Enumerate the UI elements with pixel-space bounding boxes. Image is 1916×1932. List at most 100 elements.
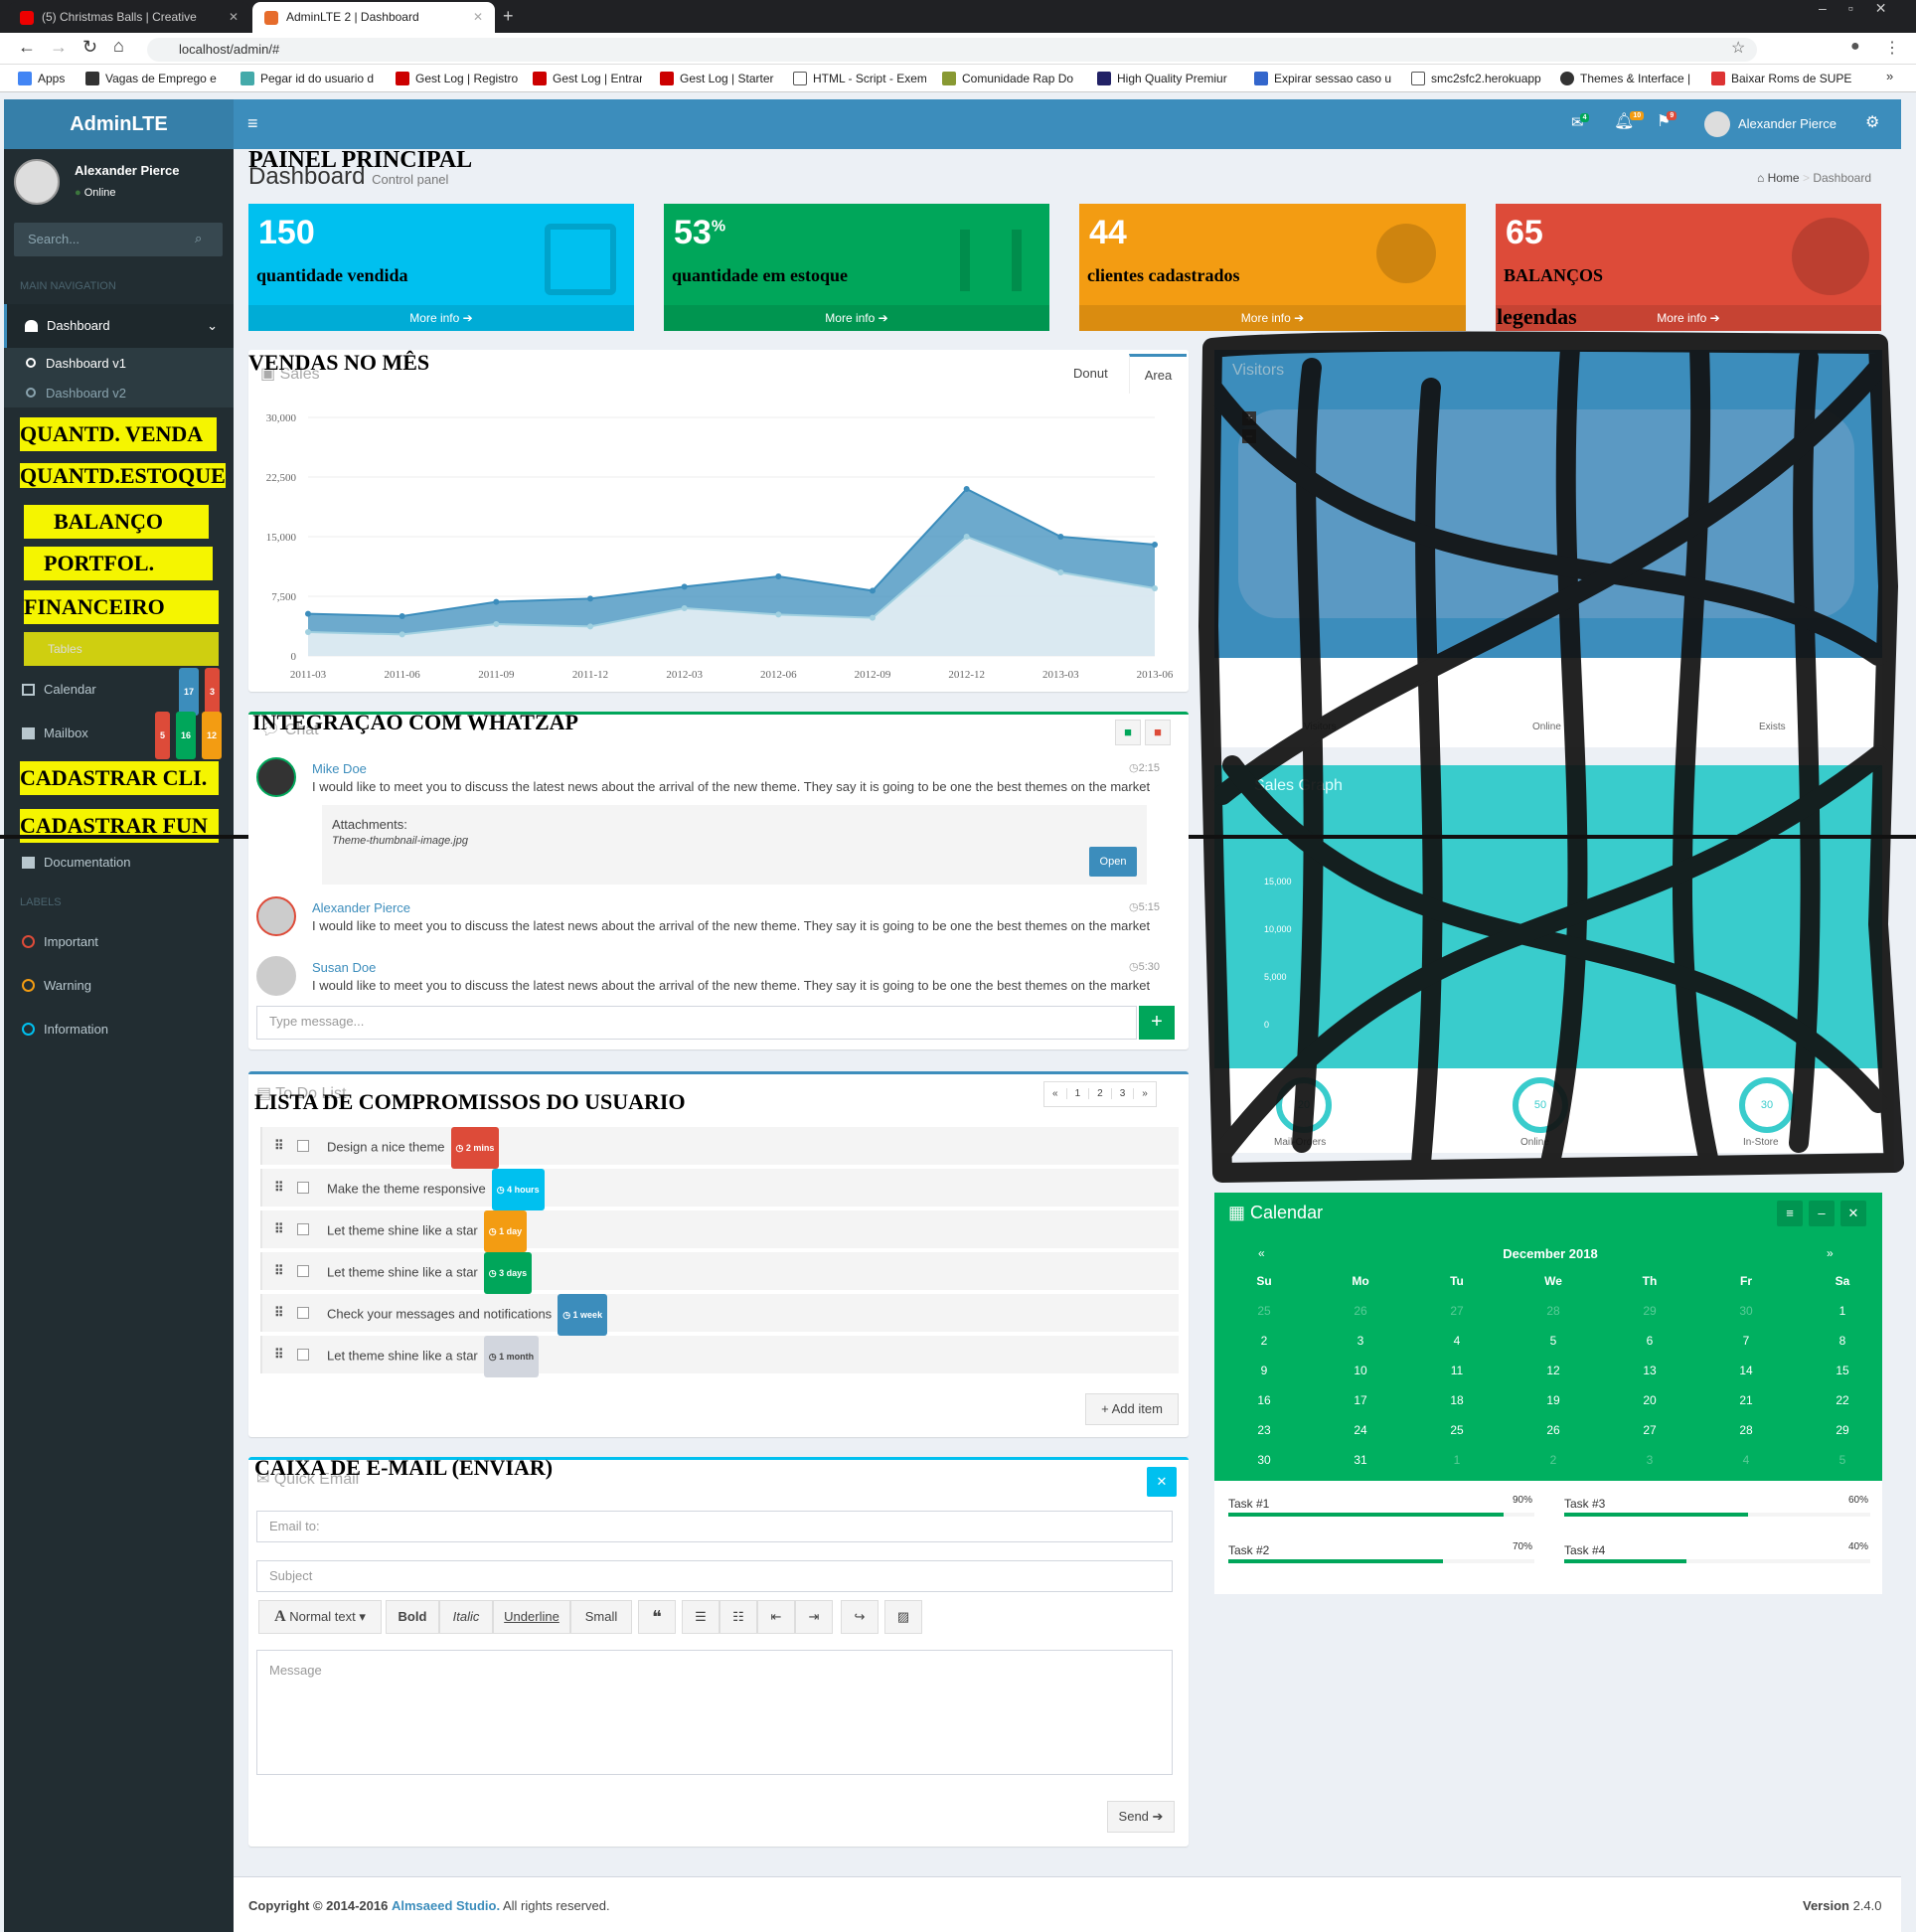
tab-area[interactable]: Area <box>1129 354 1187 394</box>
page-next[interactable]: » <box>1134 1088 1156 1099</box>
browser-tab-active[interactable]: AdminLTE 2 | Dashboard ✕ <box>252 2 495 33</box>
sidebar-label-important[interactable]: Important <box>4 920 234 964</box>
calendar-day[interactable]: 1 <box>1437 1453 1477 1467</box>
calendar-day[interactable]: 27 <box>1437 1304 1477 1318</box>
indent-icon[interactable]: ⇥ <box>795 1600 833 1634</box>
normal-text-dropdown[interactable]: A Normal text ▾ <box>258 1600 382 1634</box>
unordered-list-icon[interactable]: ☰ <box>682 1600 719 1634</box>
calendar-day[interactable]: 4 <box>1437 1334 1477 1348</box>
envelope-icon[interactable]: ✉4 <box>1571 113 1590 131</box>
sidebar-item-tables[interactable]: Tables <box>24 632 219 666</box>
menu-icon[interactable]: ⋮ <box>1884 38 1900 58</box>
more-info-link[interactable]: More info ➔ <box>664 305 1049 331</box>
calendar-day[interactable]: 3 <box>1341 1334 1380 1348</box>
calendar-day[interactable]: 16 <box>1244 1393 1284 1407</box>
todo-item[interactable]: ⠿ Let theme shine like a star ◷ 1 day <box>260 1210 1179 1252</box>
calendar-day[interactable]: 9 <box>1244 1364 1284 1377</box>
window-controls[interactable]: –▫✕ <box>1819 0 1908 17</box>
todo-item[interactable]: ⠿ Check your messages and notifications ◷ … <box>260 1294 1179 1336</box>
page-link[interactable]: 2 <box>1089 1088 1112 1099</box>
calendar-day[interactable]: 19 <box>1533 1393 1573 1407</box>
sidebar-item-dashboard-v1[interactable]: Dashboard v1 <box>26 356 126 371</box>
todo-checkbox[interactable] <box>297 1182 309 1194</box>
sidebar-item-dashboard[interactable]: Dashboard ⌄ <box>4 304 234 348</box>
calendar-day[interactable]: 8 <box>1823 1334 1862 1348</box>
status-offline-button[interactable]: ■ <box>1145 720 1171 745</box>
underline-button[interactable]: Underline <box>493 1600 570 1634</box>
new-tab-icon[interactable]: + <box>503 6 514 27</box>
chat-author[interactable]: Mike Doe <box>312 761 367 776</box>
bookmark[interactable]: Themes & Interface | <box>1560 65 1705 92</box>
calendar-day[interactable]: 18 <box>1437 1393 1477 1407</box>
minus-icon[interactable]: – <box>1809 1201 1835 1226</box>
calendar-day[interactable]: 23 <box>1244 1423 1284 1437</box>
link-icon[interactable]: ↪ <box>841 1600 878 1634</box>
bookmark[interactable]: Vagas de Emprego e <box>85 65 233 92</box>
tab-donut[interactable]: Donut <box>1073 366 1108 381</box>
calendar-day[interactable]: 2 <box>1533 1453 1573 1467</box>
send-email-button[interactable]: Send ➔ <box>1107 1801 1175 1833</box>
calendar-day[interactable]: 13 <box>1630 1364 1670 1377</box>
calendar-day[interactable]: 12 <box>1533 1364 1573 1377</box>
calendar-day[interactable]: 24 <box>1341 1423 1380 1437</box>
reload-icon[interactable]: ↻ <box>82 37 97 58</box>
bell-icon[interactable]: 🔔︎10 <box>1614 111 1645 131</box>
todo-checkbox[interactable] <box>297 1140 309 1152</box>
ordered-list-icon[interactable]: ☷ <box>719 1600 757 1634</box>
close-icon[interactable]: ✕ <box>229 2 239 33</box>
close-icon[interactable]: ✕ <box>1147 1467 1177 1497</box>
more-bookmarks-icon[interactable]: » <box>1886 69 1893 83</box>
todo-checkbox[interactable] <box>297 1265 309 1277</box>
calendar-day[interactable]: 3 <box>1630 1453 1670 1467</box>
back-icon[interactable]: ← <box>18 37 36 58</box>
sidebar-item-documentation[interactable]: Documentation <box>4 841 234 885</box>
send-chat-button[interactable]: + <box>1139 1006 1175 1040</box>
quote-icon[interactable]: ❝ <box>638 1600 676 1634</box>
star-icon[interactable]: ☆ <box>1731 38 1745 58</box>
calendar-day[interactable]: 1 <box>1823 1304 1862 1318</box>
calendar-day[interactable]: 15 <box>1823 1364 1862 1377</box>
menu-bars-icon[interactable]: ≡ <box>1777 1201 1803 1226</box>
todo-item[interactable]: ⠿ Let theme shine like a star ◷ 1 month <box>260 1336 1179 1377</box>
calendar-day[interactable]: 31 <box>1341 1453 1380 1467</box>
todo-checkbox[interactable] <box>297 1223 309 1235</box>
todo-checkbox[interactable] <box>297 1349 309 1361</box>
calendar-day[interactable]: 30 <box>1726 1304 1766 1318</box>
browser-tab[interactable]: (5) Christmas Balls | Creative ✕ <box>8 2 250 33</box>
page-prev[interactable]: « <box>1044 1088 1067 1099</box>
hamburger-icon[interactable]: ≡ <box>247 113 258 134</box>
open-attachment-button[interactable]: Open <box>1089 847 1137 877</box>
navbar-user-name[interactable]: Alexander Pierce <box>1738 116 1836 131</box>
bookmark[interactable]: High Quality Premiur <box>1097 65 1240 92</box>
todo-checkbox[interactable] <box>297 1307 309 1319</box>
gears-icon[interactable]: ⚙ <box>1865 112 1879 132</box>
bookmark[interactable]: Gest Log | Starter <box>660 65 777 92</box>
bookmark[interactable]: Gest Log | Entrar <box>533 65 642 92</box>
calendar-day[interactable]: 5 <box>1533 1334 1573 1348</box>
page-link[interactable]: 1 <box>1066 1088 1090 1099</box>
calendar-day[interactable]: 28 <box>1533 1304 1573 1318</box>
calendar-day[interactable]: 29 <box>1630 1304 1670 1318</box>
sidebar-label-information[interactable]: Information <box>4 1008 234 1051</box>
todo-item[interactable]: ⠿ Make the theme responsive ◷ 4 hours <box>260 1169 1179 1210</box>
studio-link[interactable]: Almsaeed Studio. <box>392 1898 500 1913</box>
sidebar-item-mailbox[interactable]: Mailbox 5 16 12 <box>4 712 234 759</box>
outdent-icon[interactable]: ⇤ <box>757 1600 795 1634</box>
calendar-day[interactable]: 21 <box>1726 1393 1766 1407</box>
more-info-link[interactable]: More info ➔ <box>248 305 634 331</box>
calendar-next[interactable]: » <box>1827 1246 1834 1260</box>
calendar-day[interactable]: 25 <box>1244 1304 1284 1318</box>
home-icon[interactable]: ⌂ <box>113 36 124 57</box>
bookmark[interactable]: Baixar Roms de SUPE <box>1711 65 1860 92</box>
avatar[interactable] <box>1704 111 1730 137</box>
bookmark[interactable]: Pegar id do usuario d <box>240 65 388 92</box>
bookmark[interactable]: Gest Log | Registro <box>396 65 523 92</box>
calendar-day[interactable]: 22 <box>1823 1393 1862 1407</box>
forward-icon[interactable]: → <box>50 37 68 58</box>
sidebar-label-warning[interactable]: Warning <box>4 964 234 1008</box>
add-item-button[interactable]: + Add item <box>1085 1393 1179 1425</box>
bookmark[interactable]: Comunidade Rap Do <box>942 65 1081 92</box>
calendar-day[interactable]: 25 <box>1437 1423 1477 1437</box>
todo-item[interactable]: ⠿ Let theme shine like a star ◷ 3 days <box>260 1252 1179 1294</box>
profile-icon[interactable]: ● <box>1850 38 1860 56</box>
